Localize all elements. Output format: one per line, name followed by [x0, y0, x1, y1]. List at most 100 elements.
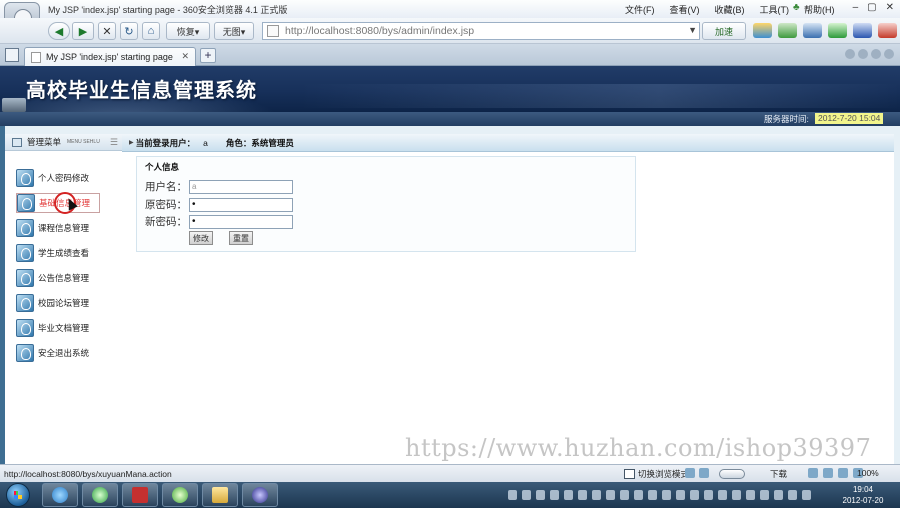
- content-header: ▶ 当前登录用户： a 角色： 系统管理员: [122, 134, 894, 152]
- back-button[interactable]: ◀: [48, 22, 70, 40]
- tools-icon[interactable]: [878, 23, 897, 38]
- tray-icon[interactable]: [662, 490, 671, 500]
- restore-button[interactable]: 恢复▾: [166, 22, 210, 40]
- translate-icon[interactable]: [803, 23, 822, 38]
- taskbar-360-button[interactable]: [82, 483, 118, 507]
- tab-prev-icon[interactable]: [845, 49, 855, 59]
- network-icon[interactable]: [699, 468, 709, 478]
- close-icon[interactable]: ✕: [181, 51, 189, 62]
- screenshot-icon[interactable]: [778, 23, 797, 38]
- tray-icon[interactable]: [718, 490, 727, 500]
- address-url[interactable]: http://localhost:8080/bys/admin/index.js…: [285, 25, 474, 37]
- arrow-right-icon: ▶: [78, 25, 88, 38]
- close-icon[interactable]: ✕: [886, 2, 894, 13]
- stop-button[interactable]: ✕: [98, 22, 116, 40]
- sidebar-item-documents[interactable]: 毕业文档管理: [16, 318, 100, 338]
- tray-icon[interactable]: [522, 490, 531, 500]
- page-icon[interactable]: [808, 468, 818, 478]
- tray-icon[interactable]: [746, 490, 755, 500]
- username-field[interactable]: [189, 179, 293, 194]
- sidebar-item-label: 校园论坛管理: [38, 298, 90, 308]
- monitor-icon: [2, 98, 26, 112]
- user-icon: [16, 219, 34, 237]
- stop-icon: ✕: [102, 25, 112, 38]
- tray-icon[interactable]: [704, 490, 713, 500]
- menu-help[interactable]: 帮助(H): [804, 3, 835, 16]
- reset-button[interactable]: 重置: [229, 231, 253, 245]
- start-button[interactable]: [6, 483, 30, 507]
- tab-index-page[interactable]: My JSP 'index.jsp' starting page ✕: [24, 47, 196, 66]
- sidebar-item-label: 毕业文档管理: [38, 323, 90, 333]
- tray-icon[interactable]: [760, 490, 769, 500]
- status-url: http://localhost:8080/bys/xuyuanMana.act…: [4, 469, 172, 479]
- print-icon[interactable]: [823, 468, 833, 478]
- tray-icon[interactable]: [676, 490, 685, 500]
- sidebar-item-logout[interactable]: 安全退出系统: [16, 343, 100, 363]
- taskbar-explorer-button[interactable]: [202, 483, 238, 507]
- system-title: 高校毕业生信息管理系统: [26, 80, 257, 102]
- zoom-level[interactable]: 100%: [857, 468, 879, 478]
- chevron-down-icon[interactable]: ▼: [688, 25, 697, 35]
- sidebar-item-grades[interactable]: 学生成绩查看: [16, 243, 100, 263]
- tree-icon[interactable]: ♣: [793, 2, 800, 13]
- menu-file[interactable]: 文件(F): [625, 3, 655, 16]
- menu-view[interactable]: 查看(V): [670, 3, 700, 16]
- tab-list-icon[interactable]: [871, 49, 881, 59]
- sidebar-toggle-icon[interactable]: [5, 48, 19, 62]
- app-box-icon[interactable]: [753, 23, 772, 38]
- tray-icon[interactable]: [536, 490, 545, 500]
- tray-icon[interactable]: [508, 490, 517, 500]
- sidebar-item-announcement[interactable]: 公告信息管理: [16, 268, 100, 288]
- taskbar-360-safe-button[interactable]: [162, 483, 198, 507]
- tray-icon[interactable]: [620, 490, 629, 500]
- arrow-left-icon: ◀: [54, 25, 64, 38]
- tray-icon[interactable]: [550, 490, 559, 500]
- taskbar-app-button[interactable]: [122, 483, 158, 507]
- sidebar-item-forum[interactable]: 校园论坛管理: [16, 293, 100, 313]
- security-icon[interactable]: [828, 23, 847, 38]
- tray-icon[interactable]: [648, 490, 657, 500]
- tray-icon[interactable]: [592, 490, 601, 500]
- home-button[interactable]: ⌂: [142, 22, 160, 40]
- ie-mode-icon[interactable]: [685, 468, 695, 478]
- tray-icon[interactable]: [802, 490, 811, 500]
- old-password-field[interactable]: [189, 197, 293, 212]
- tray-icon[interactable]: [690, 490, 699, 500]
- tray-icon[interactable]: [774, 490, 783, 500]
- sound-icon[interactable]: [838, 468, 848, 478]
- sidebar-subtitle: MENU SEHLU: [67, 139, 100, 145]
- modify-button[interactable]: 修改: [189, 231, 213, 245]
- tray-icon[interactable]: [732, 490, 741, 500]
- minimize-icon[interactable]: –: [853, 2, 859, 13]
- user-icon: [16, 319, 34, 337]
- sidebar-item-course[interactable]: 课程信息管理: [16, 218, 100, 238]
- maximize-icon[interactable]: ▢: [867, 2, 876, 13]
- new-tab-button[interactable]: +: [200, 48, 216, 63]
- tray-icon[interactable]: [788, 490, 797, 500]
- address-bar[interactable]: http://localhost:8080/bys/admin/index.js…: [262, 22, 700, 40]
- ie-icon: [52, 487, 68, 503]
- tray-icon[interactable]: [564, 490, 573, 500]
- switch-mode-button[interactable]: 切换浏览模式: [624, 468, 689, 480]
- sidebar-item-password[interactable]: 个人密码修改: [16, 168, 100, 188]
- download-button[interactable]: 下载: [770, 468, 787, 480]
- tray-icon[interactable]: [634, 490, 643, 500]
- mode-toggle[interactable]: [719, 469, 745, 479]
- accelerate-button[interactable]: 加速: [702, 22, 746, 40]
- tab-next-icon[interactable]: [858, 49, 868, 59]
- sidebar-collapse-icon[interactable]: ☰: [110, 137, 118, 148]
- taskbar-eclipse-button[interactable]: [242, 483, 278, 507]
- tab-close-all-icon[interactable]: [884, 49, 894, 59]
- game-icon[interactable]: [853, 23, 872, 38]
- no-image-button[interactable]: 无图▾: [214, 22, 254, 40]
- menu-tools[interactable]: 工具(T): [760, 3, 790, 16]
- taskbar-clock[interactable]: 19:04 2012-07-20: [835, 484, 891, 506]
- status-icons-right: [808, 468, 863, 478]
- refresh-button[interactable]: ↻: [120, 22, 138, 40]
- forward-button[interactable]: ▶: [72, 22, 94, 40]
- taskbar-ie-button[interactable]: [42, 483, 78, 507]
- tray-icon[interactable]: [578, 490, 587, 500]
- tray-icon[interactable]: [606, 490, 615, 500]
- menu-favorites[interactable]: 收藏(B): [715, 3, 745, 16]
- new-password-field[interactable]: [189, 214, 293, 229]
